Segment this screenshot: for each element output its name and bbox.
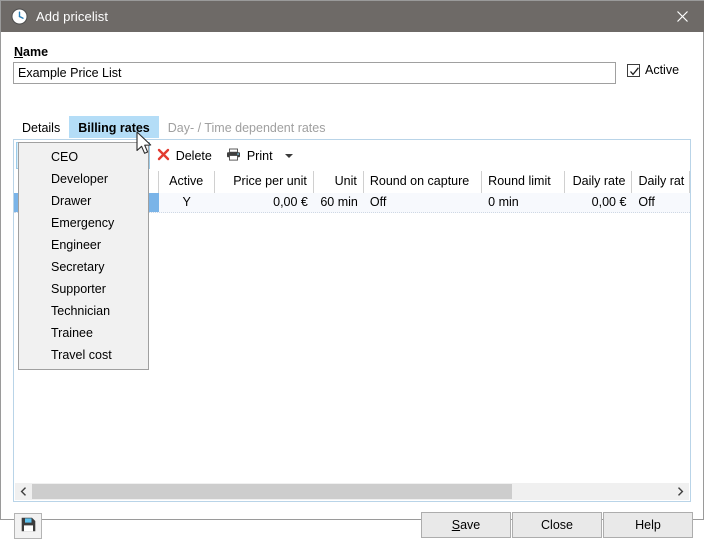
help-label: Help (635, 518, 661, 532)
menu-item-secretary[interactable]: Secretary (19, 256, 148, 278)
table-cell-unit[interactable]: 60 min (314, 193, 364, 212)
check-icon (629, 66, 640, 77)
save-button[interactable]: Save (421, 512, 511, 538)
table-cell-round-limit[interactable]: 0 min (482, 193, 565, 212)
printer-icon (226, 148, 241, 164)
print-button[interactable]: Print (219, 142, 280, 169)
table-cell-round-on-capture[interactable]: Off (364, 193, 482, 212)
close-dialog-button[interactable]: Close (512, 512, 602, 538)
menu-item-ceo[interactable]: CEO (19, 146, 148, 168)
menu-item-drawer[interactable]: Drawer (19, 190, 148, 212)
grid-header-cell-daily-rate[interactable]: Daily rate (565, 171, 632, 193)
menu-item-travel-cost[interactable]: Travel cost (19, 344, 148, 366)
add-pricelist-window: Add pricelist Name Active Details (0, 0, 704, 520)
table-cell-active[interactable]: Y (159, 193, 215, 212)
dialog-footer: Save Close Help (1, 502, 703, 550)
chevron-left-icon[interactable] (15, 483, 32, 500)
tab-details[interactable]: Details (13, 116, 69, 138)
grid-header-cell-round-limit[interactable]: Round limit (482, 171, 565, 193)
delete-button[interactable]: Delete (150, 142, 219, 169)
close-label: Close (541, 518, 573, 532)
title-bar: Add pricelist (1, 1, 704, 32)
scrollbar-track[interactable] (32, 483, 672, 500)
grid-header-cell-active[interactable]: Active (159, 171, 215, 193)
scrollbar-thumb[interactable] (32, 484, 512, 499)
name-label: Name (14, 45, 48, 59)
help-button[interactable]: Help (603, 512, 693, 538)
tab-billing-rates-label: Billing rates (78, 122, 150, 135)
name-label-rest: ame (23, 45, 48, 59)
menu-item-supporter[interactable]: Supporter (19, 278, 148, 300)
active-checkbox-label: Active (645, 63, 679, 77)
save-label-rest: ave (460, 518, 480, 532)
name-input[interactable] (13, 62, 616, 84)
close-x-icon (157, 148, 170, 164)
tab-billing-rates[interactable]: Billing rates (69, 116, 159, 138)
add-billing-rate-menu[interactable]: CEO Developer Drawer Emergency Engineer … (18, 142, 149, 370)
grid-header-cell-price-per-unit[interactable]: Price per unit (215, 171, 314, 193)
active-checkbox-group[interactable]: Active (627, 63, 679, 77)
horizontal-scrollbar[interactable] (15, 483, 689, 500)
menu-item-technician[interactable]: Technician (19, 300, 148, 322)
clock-icon (11, 8, 28, 25)
close-button[interactable] (659, 1, 704, 32)
active-checkbox[interactable] (627, 64, 640, 77)
tab-details-label: Details (22, 122, 60, 135)
menu-item-emergency[interactable]: Emergency (19, 212, 148, 234)
floppy-disk-icon-button[interactable] (14, 513, 42, 539)
tab-strip: Details Billing rates Day- / Time depend… (13, 116, 335, 138)
menu-item-trainee[interactable]: Trainee (19, 322, 148, 344)
name-label-accel: N (14, 45, 23, 59)
window-title: Add pricelist (36, 9, 108, 24)
print-label: Print (247, 149, 273, 163)
grid-header-cell-unit[interactable]: Unit (314, 171, 364, 193)
chevron-down-icon (285, 154, 293, 158)
table-cell-daily-rate-2[interactable]: Off (632, 193, 690, 212)
table-cell-daily-rate[interactable]: 0,00 € (565, 193, 632, 212)
save-accel: S (452, 518, 460, 532)
grid-header-cell-round-on-capture[interactable]: Round on capture (364, 171, 482, 193)
tab-day-time-dependent-rates: Day- / Time dependent rates (159, 116, 335, 138)
delete-label: Delete (176, 149, 212, 163)
grid-header-cell-daily-rate-2[interactable]: Daily rat (632, 171, 690, 193)
chevron-right-icon[interactable] (672, 483, 689, 500)
table-cell-price-per-unit[interactable]: 0,00 € (215, 193, 314, 212)
print-dropdown-toggle[interactable] (280, 142, 299, 169)
menu-item-developer[interactable]: Developer (19, 168, 148, 190)
tab-day-time-dependent-rates-label: Day- / Time dependent rates (168, 122, 326, 135)
menu-item-engineer[interactable]: Engineer (19, 234, 148, 256)
